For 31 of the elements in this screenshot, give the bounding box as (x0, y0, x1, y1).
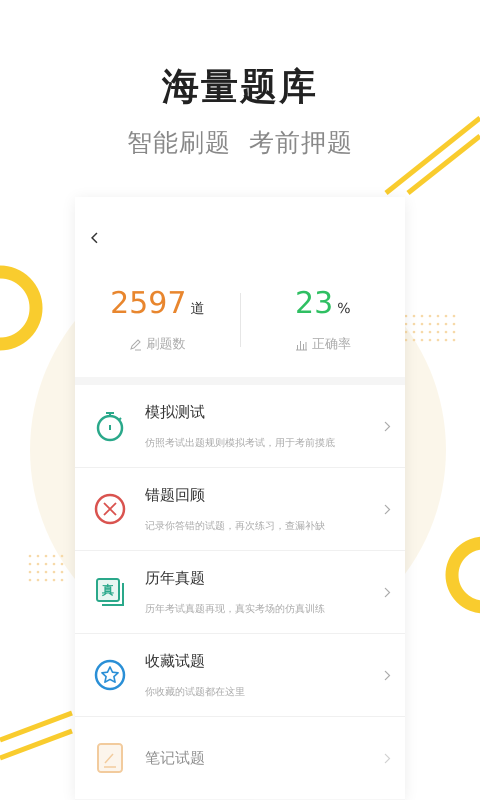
item-description: 你收藏的试题都在这里 (145, 686, 246, 698)
dot-grid (404, 314, 456, 342)
stat-unit: 道 (190, 300, 204, 318)
chevron-icon (384, 586, 391, 598)
item-title: 收藏试题 (145, 652, 206, 670)
dot-grid (28, 554, 64, 582)
subheadline: 智能刷题 考前押题 (127, 127, 353, 159)
item-description: 历年考试真题再现，真实考场的仿真训练 (145, 602, 326, 616)
item-description: 仿照考试出题规则模拟考试，用于考前摸底 (145, 436, 336, 450)
stat-value: 2597 (110, 286, 186, 322)
cross-icon (93, 492, 127, 526)
stat-unit: % (337, 301, 350, 318)
menu-item[interactable]: 真 历年真题 历年考试真题再现，真实考场的仿真训练 (75, 551, 405, 634)
menu-item[interactable]: 模拟测试 仿照考试出题规则模拟考试，用于考前摸底 (75, 385, 405, 468)
item-description: 记录你答错的试题，再次练习，查漏补缺 (145, 520, 326, 532)
headline: 海量题库 (162, 64, 318, 110)
menu-item[interactable]: 收藏试题 你收藏的试题都在这里 (75, 634, 405, 717)
badge-icon: 真 (96, 578, 120, 602)
chevron-icon (384, 670, 391, 680)
item-title: 模拟测试 (145, 402, 206, 422)
stat-label: 刷题数 (146, 336, 186, 354)
menu-item[interactable]: 错题回顾 记录你答错的试题，再次练习，查漏补缺 (75, 468, 405, 551)
item-title: 笔记试题 (145, 748, 206, 768)
chevron-icon (384, 752, 391, 764)
stat-value: 23 (295, 286, 334, 322)
item-title: 错题回顾 (145, 486, 206, 504)
stat-label: 正确率 (312, 336, 351, 354)
item-title: 历年真题 (145, 568, 206, 588)
pencil-icon (129, 338, 142, 351)
chevron-icon (384, 420, 391, 432)
chevron-icon (384, 504, 391, 514)
